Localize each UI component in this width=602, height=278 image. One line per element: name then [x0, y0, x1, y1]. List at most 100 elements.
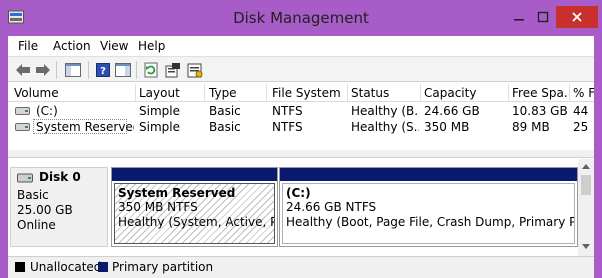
- menu-view[interactable]: View: [100, 39, 128, 53]
- cell-file-system: NTFS: [272, 104, 303, 118]
- minimize-button[interactable]: [508, 6, 530, 28]
- disk-graphical-view: Disk 0 Basic 25.00 GB Online System Rese…: [8, 159, 594, 256]
- cell-type: Basic: [209, 104, 241, 118]
- column-divider[interactable]: [420, 84, 421, 102]
- cell-status: Healthy (S...: [351, 120, 419, 134]
- column-header-volume[interactable]: Volume: [14, 86, 134, 100]
- primary-partition-bar: [112, 168, 277, 181]
- cell-layout: Simple: [139, 120, 180, 134]
- column-divider[interactable]: [266, 84, 267, 102]
- column-header-capacity[interactable]: Capacity: [424, 86, 508, 100]
- column-header-free-space[interactable]: Free Spa...: [512, 86, 568, 100]
- menu-file[interactable]: File: [18, 39, 38, 53]
- toolbar-separator: [136, 61, 137, 79]
- disk-size: 25.00 GB: [17, 203, 73, 217]
- svg-text:?: ?: [100, 66, 106, 77]
- partition-selected-region: System Reserved 350 MB NTFS Healthy (Sys…: [114, 183, 275, 244]
- toolbar-separator: [56, 61, 57, 79]
- disk-0-label[interactable]: Disk 0 Basic 25.00 GB Online: [10, 167, 108, 247]
- primary-partition-swatch: [98, 262, 108, 272]
- menu-help[interactable]: Help: [138, 39, 165, 53]
- partition-title: System Reserved: [118, 186, 236, 200]
- client-area: File Action View Help ? Volume Layout Ty…: [8, 36, 594, 278]
- partition-size: 24.66 GB NTFS: [286, 200, 377, 214]
- cell-volume: (C:): [36, 104, 58, 118]
- forward-button[interactable]: [34, 61, 52, 79]
- settings-icon: [187, 63, 203, 78]
- volume-drive-icon: [15, 107, 30, 115]
- column-header-percent-free[interactable]: % F: [573, 86, 594, 100]
- column-header-layout[interactable]: Layout: [139, 86, 203, 100]
- volume-row-c[interactable]: (C:) Simple Basic NTFS Healthy (B... 24.…: [8, 103, 594, 119]
- column-header-status[interactable]: Status: [351, 86, 419, 100]
- column-divider[interactable]: [508, 84, 509, 102]
- partition-region: (C:) 24.66 GB NTFS Healthy (Boot, Page F…: [282, 183, 575, 244]
- volume-list-header: Volume Layout Type File System Status Ca…: [8, 84, 594, 102]
- cell-type: Basic: [209, 120, 241, 134]
- vertical-scrollbar[interactable]: [578, 159, 594, 256]
- partition-status: Healthy (Boot, Page File, Crash Dump, Pr…: [286, 215, 574, 229]
- cell-capacity: 24.66 GB: [424, 104, 480, 118]
- properties-button[interactable]: [164, 61, 182, 79]
- volume-drive-icon: [15, 123, 30, 131]
- disk-type: Basic: [17, 188, 49, 202]
- partition-size: 350 MB NTFS: [118, 200, 198, 214]
- volume-row-system-reserved[interactable]: System Reserved Simple Basic NTFS Health…: [8, 119, 594, 135]
- cell-capacity: 350 MB: [424, 120, 470, 134]
- column-divider[interactable]: [347, 84, 348, 102]
- console-tree-button[interactable]: [64, 61, 82, 79]
- maximize-button[interactable]: [532, 6, 554, 28]
- partition-status: Healthy (System, Active, Primar: [118, 215, 274, 229]
- console-tree-icon: [65, 63, 81, 77]
- partition-system-reserved[interactable]: System Reserved 350 MB NTFS Healthy (Sys…: [111, 167, 278, 247]
- toolbar: ?: [8, 56, 594, 82]
- close-icon: [572, 12, 582, 22]
- help-icon: ?: [96, 63, 110, 77]
- column-divider[interactable]: [135, 84, 136, 102]
- settings-button[interactable]: [186, 61, 204, 79]
- legend-bar: Unallocated Primary partition: [8, 256, 594, 278]
- action-pane-icon: [115, 63, 131, 77]
- cell-percent-free: 25: [573, 120, 589, 134]
- back-button[interactable]: [14, 61, 32, 79]
- disk-management-window: Disk Management File Action View Help ? …: [0, 0, 602, 278]
- column-header-file-system[interactable]: File System: [272, 86, 346, 100]
- close-button[interactable]: [556, 6, 598, 28]
- scroll-up-arrow-icon[interactable]: [581, 162, 591, 170]
- cell-layout: Simple: [139, 104, 180, 118]
- cell-percent-free: 44: [573, 104, 589, 118]
- refresh-icon: [144, 62, 158, 78]
- column-divider[interactable]: [204, 84, 205, 102]
- column-header-type[interactable]: Type: [209, 86, 265, 100]
- cell-free-space: 10.83 GB: [512, 104, 568, 118]
- disk-status: Online: [17, 218, 56, 232]
- cell-status: Healthy (B...: [351, 104, 419, 118]
- cell-free-space: 89 MB: [512, 120, 550, 134]
- back-arrow-icon: [16, 64, 30, 76]
- scroll-down-arrow-icon[interactable]: [581, 243, 591, 251]
- legend-unallocated: Unallocated: [30, 260, 102, 274]
- menu-bar: File Action View Help: [8, 36, 594, 56]
- refresh-button[interactable]: [142, 61, 160, 79]
- help-button[interactable]: ?: [94, 61, 112, 79]
- pane-splitter[interactable]: [8, 150, 594, 158]
- vertical-scroll-thumb[interactable]: [581, 175, 591, 195]
- properties-icon: [165, 63, 180, 78]
- partition-c[interactable]: (C:) 24.66 GB NTFS Healthy (Boot, Page F…: [279, 167, 578, 247]
- menu-action[interactable]: Action: [53, 39, 91, 53]
- forward-arrow-icon: [36, 64, 50, 76]
- cell-file-system: NTFS: [272, 120, 303, 134]
- action-pane-button[interactable]: [114, 61, 132, 79]
- column-divider[interactable]: [569, 84, 570, 102]
- toolbar-separator: [88, 61, 89, 79]
- partition-title: (C:): [286, 186, 311, 200]
- disk-name: Disk 0: [39, 170, 81, 184]
- cell-volume: System Reserved: [36, 120, 134, 134]
- unallocated-swatch: [15, 262, 25, 272]
- minimize-icon: [514, 19, 524, 21]
- legend-primary-partition: Primary partition: [112, 260, 214, 274]
- disk-drive-icon: [17, 173, 33, 183]
- maximize-icon: [537, 11, 549, 23]
- primary-partition-bar: [280, 168, 577, 181]
- title-bar[interactable]: Disk Management: [0, 0, 602, 36]
